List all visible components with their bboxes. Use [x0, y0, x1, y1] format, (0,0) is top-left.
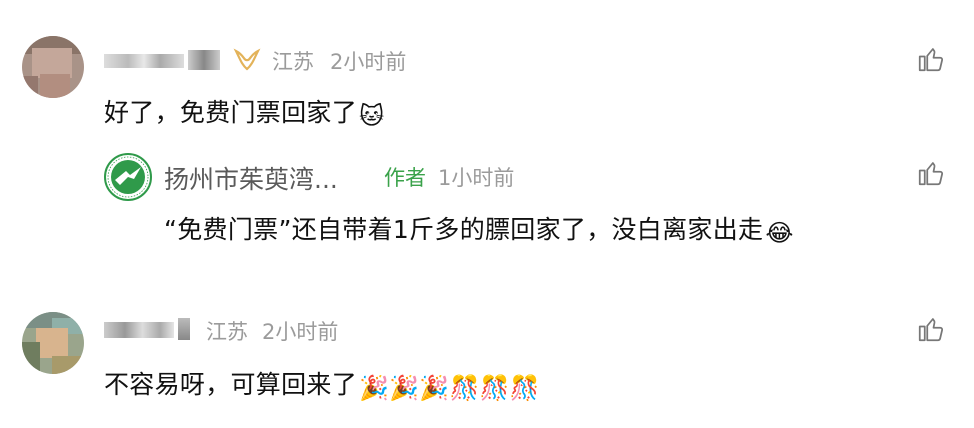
author-tag: 作者 [384, 166, 426, 190]
timestamp: 2小时前 [262, 320, 339, 344]
reply-author-name[interactable]: 扬州市茱萸湾... [164, 160, 338, 196]
username-blurred[interactable] [104, 316, 194, 342]
avatar[interactable] [22, 312, 84, 374]
location: 江苏 [206, 320, 248, 344]
thumbs-up-icon[interactable] [916, 314, 946, 344]
laughing-emoji: 😂 [765, 219, 794, 247]
location: 江苏 [272, 50, 314, 74]
avatar[interactable] [22, 36, 84, 98]
comment-text: 不容易呀，可算回来了🎉🎉🎉🎊🎊🎊 [104, 370, 541, 402]
timestamp: 2小时前 [330, 50, 407, 74]
comment-text: 好了，免费门票回家了🐱 [104, 98, 385, 130]
cat-emoji: 🐱 [359, 102, 385, 130]
thumbs-up-icon[interactable] [916, 158, 946, 188]
zoo-logo-icon[interactable] [104, 153, 152, 201]
reply-timestamp: 1小时前 [438, 166, 515, 190]
reply-text: “免费门票”还自带着1斤多的膘回家了，没白离家出走😂 [164, 215, 794, 247]
username-blurred[interactable] [104, 48, 224, 72]
butterfly-badge-icon [233, 48, 261, 71]
thumbs-up-icon[interactable] [916, 44, 946, 74]
party-emojis: 🎉🎉🎉🎊🎊🎊 [359, 374, 541, 402]
